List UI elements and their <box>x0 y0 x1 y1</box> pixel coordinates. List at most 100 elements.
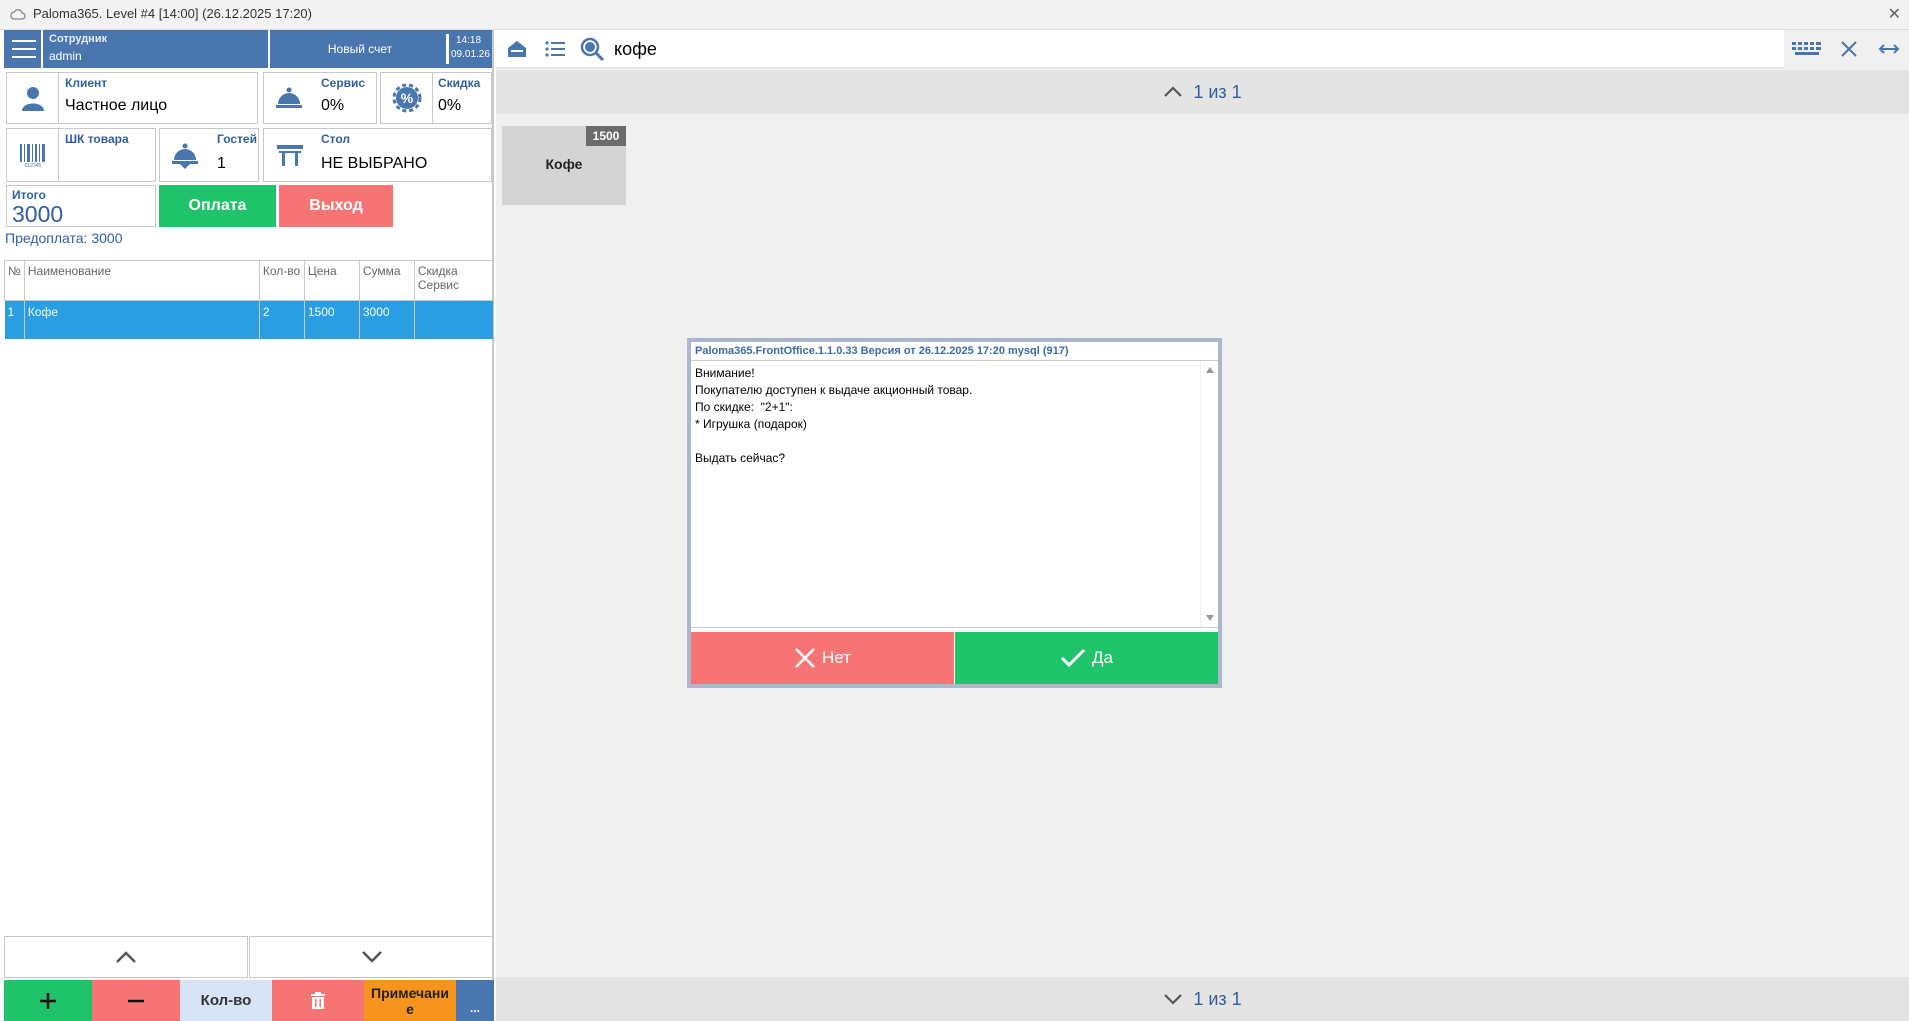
service-label: Сервис <box>321 76 366 90</box>
col-discount-service: Скидка Сервис <box>413 260 495 301</box>
window-close-icon[interactable]: ✕ <box>1888 4 1901 24</box>
svg-text:012345: 012345 <box>24 163 41 168</box>
close-icon <box>795 648 815 668</box>
add-button[interactable] <box>4 980 92 1021</box>
scroll-down-button[interactable] <box>249 936 494 978</box>
discount-label: Скидка <box>438 76 481 90</box>
service-field[interactable]: Сервис 0% <box>263 72 377 124</box>
cloche-icon <box>264 73 314 123</box>
col-name: Наименование <box>23 260 260 301</box>
yes-button-label: Да <box>1092 648 1113 667</box>
yes-button[interactable]: Да <box>955 632 1218 684</box>
employee-label: Сотрудник <box>49 33 108 45</box>
pay-button[interactable]: Оплата <box>159 185 276 227</box>
row-name: Кофе <box>24 300 260 339</box>
table-row[interactable]: 1 Кофе 2 1500 3000 <box>4 300 495 339</box>
row-price: 1500 <box>304 300 360 339</box>
scroll-up-button[interactable] <box>4 936 248 978</box>
barcode-field[interactable]: 012345 ШК товара <box>6 128 156 182</box>
discount-value: 0% <box>438 97 462 114</box>
dialog-scrollbar[interactable] <box>1200 361 1218 627</box>
search-input[interactable] <box>614 33 1780 65</box>
dialog-message: Внимание! Покупателю доступен к выдаче а… <box>695 366 973 465</box>
no-button-label: Нет <box>822 648 851 667</box>
col-qty: Кол-во <box>258 260 305 301</box>
cloche-icon <box>160 129 210 181</box>
row-qty: 2 <box>259 300 305 339</box>
svg-text:%: % <box>400 90 413 106</box>
menu-icon[interactable] <box>10 36 40 62</box>
table-label: Стол <box>321 132 351 146</box>
client-label: Клиент <box>65 76 108 90</box>
chevron-down-icon <box>361 951 382 963</box>
quantity-button[interactable]: Кол-во <box>180 980 272 1021</box>
window-titlebar: Paloma365. Level #4 [14:00] (26.12.2025 … <box>0 0 1909 30</box>
clock-time: 14:18 <box>456 35 482 46</box>
guests-label: Гостей <box>217 132 257 146</box>
header-bar: Сотрудник admin Новый счет 14:18 09.01.2… <box>4 30 492 68</box>
guests-field[interactable]: Гостей 1 <box>159 128 259 182</box>
col-num: № <box>4 260 25 301</box>
window-title: Paloma365. Level #4 [14:00] (26.12.2025 … <box>33 6 312 21</box>
keyboard-icon[interactable] <box>1784 30 1830 68</box>
trash-icon <box>311 991 325 1009</box>
dialog-title: Paloma365.FrontOffice.1.1.0.33 Версия от… <box>695 345 1069 357</box>
check-icon <box>1060 648 1086 668</box>
minus-icon <box>128 999 144 1002</box>
cloud-icon <box>10 9 26 20</box>
search-icon[interactable] <box>574 30 610 68</box>
swap-arrows-icon[interactable] <box>1868 30 1909 68</box>
col-price: Цена <box>303 260 360 301</box>
row-discount <box>414 300 495 339</box>
table-value: НЕ ВЫБРАНО <box>321 155 428 172</box>
search-bar <box>496 30 1909 68</box>
order-panel: Сотрудник admin Новый счет 14:18 09.01.2… <box>0 30 495 1021</box>
exit-button[interactable]: Выход <box>279 185 393 227</box>
product-tile[interactable]: 1500 Кофе <box>502 126 626 205</box>
product-price-badge: 1500 <box>586 126 626 146</box>
row-num: 1 <box>4 300 25 339</box>
total-label: Итого <box>12 188 46 202</box>
delete-button[interactable] <box>272 980 364 1021</box>
chevron-down-icon <box>1164 994 1183 1005</box>
new-check-button[interactable]: Новый счет <box>270 30 450 68</box>
product-name: Кофе <box>545 156 583 172</box>
pager-top-text: 1 из 1 <box>1193 81 1242 102</box>
service-value: 0% <box>321 97 345 114</box>
plus-icon <box>40 992 56 1009</box>
scroll-down-arrow-icon[interactable] <box>1206 615 1214 621</box>
promo-dialog: Paloma365.FrontOffice.1.1.0.33 Версия от… <box>687 338 1222 688</box>
more-button[interactable]: ... <box>456 980 494 1021</box>
barcode-label: ШК товара <box>65 132 129 146</box>
total-value: 3000 <box>12 201 64 227</box>
discount-field[interactable]: % Скидка 0% <box>380 72 492 124</box>
pager-bottom-text: 1 из 1 <box>1193 988 1242 1009</box>
table-icon <box>264 129 316 181</box>
barcode-icon: 012345 <box>7 129 59 181</box>
employee-name: admin <box>49 49 82 63</box>
cart-table: № Наименование Кол-во Цена Сумма Скидка … <box>4 260 495 339</box>
dialog-body: Внимание! Покупателю доступен к выдаче а… <box>691 360 1218 628</box>
pager-top[interactable]: 1 из 1 <box>496 70 1909 114</box>
list-icon[interactable] <box>536 30 574 68</box>
user-icon <box>7 73 59 123</box>
chevron-up-icon <box>1164 86 1183 97</box>
clock-date: 09.01.26 <box>451 49 490 60</box>
home-icon[interactable] <box>498 30 536 68</box>
col-sum: Сумма <box>358 260 415 301</box>
clear-icon[interactable] <box>1830 30 1868 68</box>
note-button[interactable]: Примечание <box>364 980 456 1021</box>
total-box: Итого 3000 <box>6 185 156 227</box>
chevron-up-icon <box>116 951 136 963</box>
row-sum: 3000 <box>359 300 415 339</box>
table-field[interactable]: Стол НЕ ВЫБРАНО <box>263 128 492 182</box>
pager-bottom[interactable]: 1 из 1 <box>496 977 1909 1021</box>
client-value: Частное лицо <box>65 97 168 114</box>
no-button[interactable]: Нет <box>691 632 954 684</box>
scroll-up-arrow-icon[interactable] <box>1206 367 1214 373</box>
client-field[interactable]: Клиент Частное лицо <box>6 72 258 124</box>
prepayment-text: Предоплата: 3000 <box>5 230 123 246</box>
minus-button[interactable] <box>92 980 180 1021</box>
guests-value: 1 <box>217 155 226 172</box>
percent-gear-icon: % <box>381 73 433 123</box>
